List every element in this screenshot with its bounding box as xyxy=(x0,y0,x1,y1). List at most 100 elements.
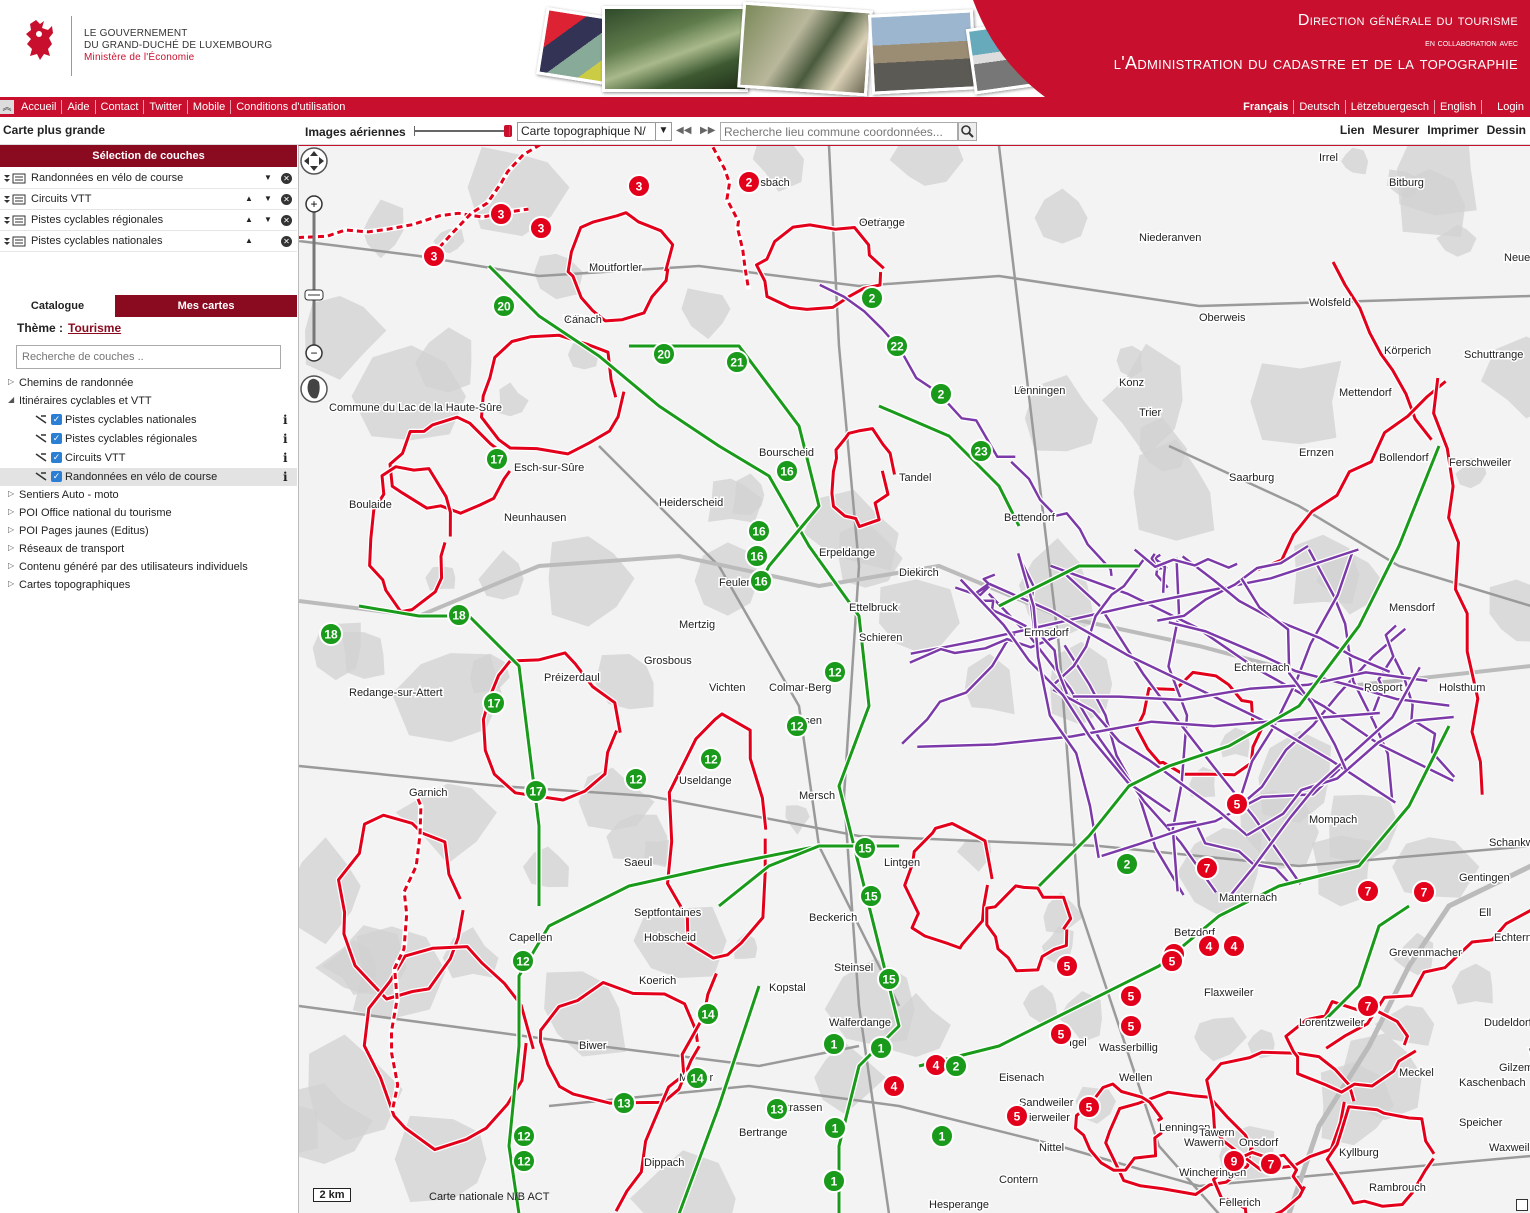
tool-print[interactable]: Imprimer xyxy=(1427,123,1478,137)
lang-francais[interactable]: Français xyxy=(1238,100,1295,114)
place-label: Walferdange xyxy=(829,1017,891,1029)
tree-item-label: Itinéraires cyclables et VTT xyxy=(19,395,152,407)
layer-options-icon[interactable] xyxy=(3,194,27,205)
tree-item-reseaux-transport[interactable]: ▷ Réseaux de transport xyxy=(8,543,125,555)
sublayer-pistes-nationales[interactable]: ✓ Pistes cyclables nationales i xyxy=(0,411,297,429)
search-button[interactable] xyxy=(958,122,977,141)
place-search-input[interactable] xyxy=(720,122,958,141)
tree-item-label: Réseaux de transport xyxy=(19,543,125,555)
terrain-area xyxy=(889,146,964,186)
layer-options-icon[interactable] xyxy=(3,236,27,247)
move-layer-up-icon[interactable]: ▲ xyxy=(244,194,254,204)
layer-search-input[interactable] xyxy=(16,345,281,369)
tree-item-poi-pages-jaunes[interactable]: ▷ POI Pages jaunes (Editus) xyxy=(8,525,149,537)
map-layer[interactable]: MarnachHosingenEschweilerWiltzViandenBou… xyxy=(299,146,1530,1213)
tree-item-itineraires[interactable]: ◢ Itinéraires cyclables et VTT xyxy=(8,395,152,407)
collapse-arrow-icon[interactable]: ◢ xyxy=(8,395,14,404)
history-back-icon[interactable]: ◀◀ xyxy=(676,125,691,136)
theme-link[interactable]: Tourisme xyxy=(68,321,121,335)
place-label: Commune du Lac de la Haute-Sûre xyxy=(329,402,502,414)
remove-layer-icon[interactable]: ✕ xyxy=(281,215,292,226)
layer-options-icon[interactable] xyxy=(3,215,27,226)
menu-conditions[interactable]: Conditions d'utilisation xyxy=(231,100,350,114)
info-icon[interactable]: i xyxy=(283,451,288,465)
tool-link[interactable]: Lien xyxy=(1340,123,1365,137)
tree-item-poi-ont[interactable]: ▷ POI Office national du tourisme xyxy=(8,507,172,519)
info-icon[interactable]: i xyxy=(283,432,288,446)
route-number-label: 9 xyxy=(1231,1155,1238,1169)
layer-checkbox[interactable]: ✓ xyxy=(51,414,62,425)
tree-item-cartes-topo[interactable]: ▷ Cartes topographiques xyxy=(8,579,130,591)
expand-arrow-icon[interactable]: ▷ xyxy=(8,525,14,534)
route-number-label: 7 xyxy=(1268,1158,1275,1172)
map-canvas[interactable]: MarnachHosingenEschweilerWiltzViandenBou… xyxy=(298,145,1530,1213)
place-label: Niederanven xyxy=(1139,232,1201,244)
route-number-label: 3 xyxy=(636,180,643,194)
selected-layer-row[interactable]: Randonnées en vélo de course ▼ ✕ xyxy=(0,168,297,189)
racing-bike-route-casing xyxy=(1430,377,1485,795)
opacity-slider-handle[interactable] xyxy=(504,125,512,137)
lang-deutsch[interactable]: Deutsch xyxy=(1294,100,1346,114)
zoom-control[interactable]: + − xyxy=(299,146,329,408)
history-forward-icon[interactable]: ▶▶ xyxy=(700,125,715,136)
lang-english[interactable]: English xyxy=(1435,100,1483,114)
remove-layer-icon[interactable]: ✕ xyxy=(281,236,292,247)
tab-catalogue[interactable]: Catalogue xyxy=(0,295,115,317)
layer-options-icon[interactable] xyxy=(3,173,27,184)
expand-arrow-icon[interactable]: ▷ xyxy=(8,377,14,386)
site-header: LE GOUVERNEMENT DU GRAND-DUCHÉ DE LUXEMB… xyxy=(0,0,1530,97)
remove-layer-icon[interactable]: ✕ xyxy=(281,194,292,205)
expand-arrow-icon[interactable]: ▷ xyxy=(8,489,14,498)
remove-layer-icon[interactable]: ✕ xyxy=(281,173,292,184)
route-number-label: 5 xyxy=(1234,798,1241,812)
layer-name: Pistes cyclables régionales xyxy=(31,214,164,226)
collapse-header-icon[interactable]: ︽ xyxy=(0,100,14,114)
expand-arrow-icon[interactable]: ▷ xyxy=(8,543,14,552)
info-icon[interactable]: i xyxy=(283,470,288,484)
layer-checkbox[interactable]: ✓ xyxy=(51,433,62,444)
route-number-label: 1 xyxy=(832,1122,839,1136)
expand-arrow-icon[interactable]: ▷ xyxy=(8,561,14,570)
menu-contact[interactable]: Contact xyxy=(96,100,145,114)
place-label: Steinsel xyxy=(834,962,873,974)
place-label: Kopstal xyxy=(769,982,806,994)
lang-letzebuergesch[interactable]: Lëtzebuergesch xyxy=(1346,100,1435,114)
selected-layer-row[interactable]: Circuits VTT ▲ ▼ ✕ xyxy=(0,189,297,210)
aerial-opacity-slider[interactable] xyxy=(414,125,512,137)
move-layer-down-icon[interactable]: ▼ xyxy=(263,173,273,183)
base-map-select[interactable]: Carte topographique N/ ▼ xyxy=(517,122,672,141)
expand-arrow-icon[interactable]: ▷ xyxy=(8,507,14,516)
map-resize-icon[interactable] xyxy=(1516,1199,1528,1211)
tool-measure[interactable]: Mesurer xyxy=(1373,123,1420,137)
selected-layer-row[interactable]: Pistes cyclables régionales ▲ ▼ ✕ xyxy=(0,210,297,231)
move-layer-up-icon[interactable]: ▲ xyxy=(244,215,254,225)
terrain-area xyxy=(341,631,385,679)
menu-mobile[interactable]: Mobile xyxy=(188,100,232,114)
place-label: Irrel xyxy=(1319,152,1338,164)
layer-checkbox[interactable]: ✓ xyxy=(51,471,62,482)
move-layer-down-icon[interactable]: ▼ xyxy=(263,194,273,204)
tree-item-chemins[interactable]: ▷ Chemins de randonnée xyxy=(8,377,133,389)
tree-item-sentiers-auto[interactable]: ▷ Sentiers Auto - moto xyxy=(8,489,119,501)
route-number-label: 16 xyxy=(750,550,764,564)
menu-accueil[interactable]: Accueil xyxy=(16,100,63,114)
move-layer-up-icon[interactable]: ▲ xyxy=(244,236,254,246)
menu-aide[interactable]: Aide xyxy=(62,100,96,114)
place-label: Oetrange xyxy=(859,217,905,229)
tree-item-contenu-utilisateurs[interactable]: ▷ Contenu généré par des utilisateurs ind… xyxy=(8,561,248,573)
info-icon[interactable]: i xyxy=(283,413,288,427)
bigger-map-link[interactable]: Carte plus grande xyxy=(3,123,105,137)
login-link[interactable]: Login xyxy=(1492,100,1524,114)
menu-twitter[interactable]: Twitter xyxy=(144,100,188,114)
route-number-label: 5 xyxy=(1128,1020,1135,1034)
selected-layer-row[interactable]: Pistes cyclables nationales ▲ ✕ xyxy=(0,231,297,252)
banner-title: Direction générale du tourisme xyxy=(1297,12,1518,29)
expand-arrow-icon[interactable]: ▷ xyxy=(8,579,14,588)
sublayer-randonnees-velo[interactable]: ✓ Randonnées en vélo de course i xyxy=(0,468,297,486)
layer-checkbox[interactable]: ✓ xyxy=(51,452,62,463)
sublayer-pistes-regionales[interactable]: ✓ Pistes cyclables régionales i xyxy=(0,430,297,448)
tool-draw[interactable]: Dessin xyxy=(1487,123,1526,137)
move-layer-down-icon[interactable]: ▼ xyxy=(263,215,273,225)
tab-mes-cartes[interactable]: Mes cartes xyxy=(115,295,297,317)
sublayer-circuits-vtt[interactable]: ✓ Circuits VTT i xyxy=(0,449,297,467)
